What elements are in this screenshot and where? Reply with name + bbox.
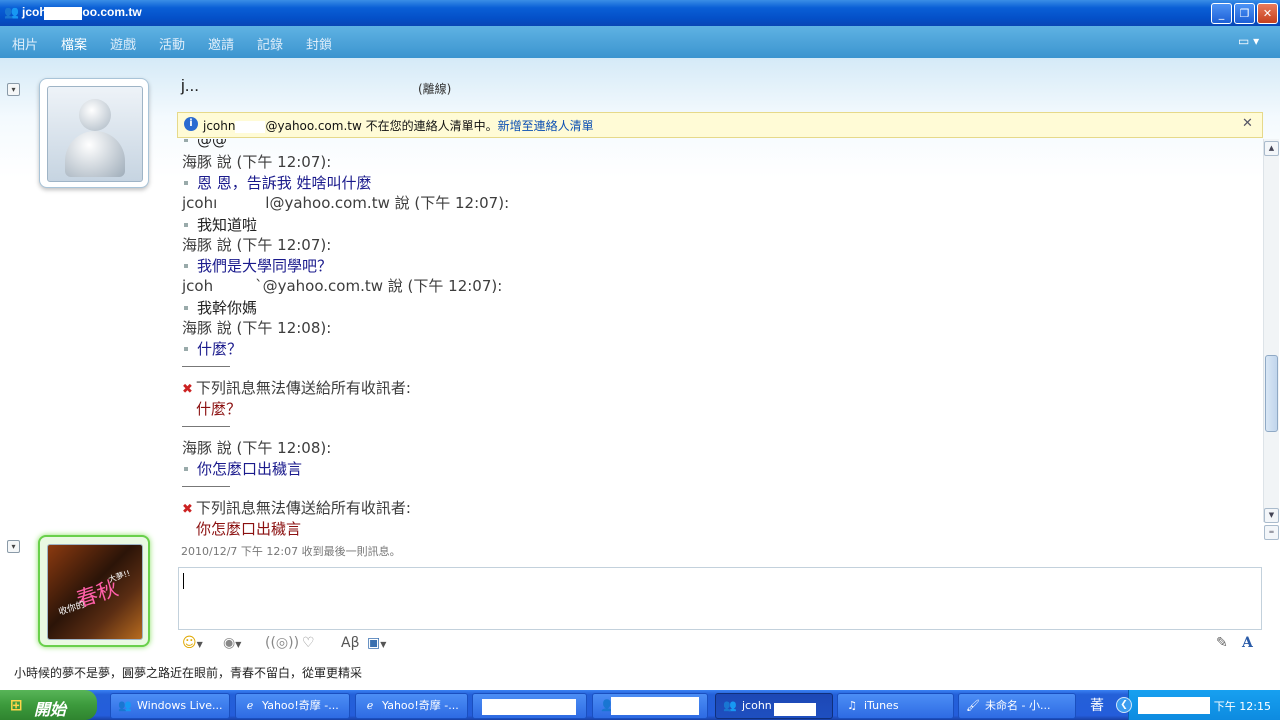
sender-line: 海豚 說 (下午 12:08): [182,319,332,337]
title-bar: 👥 jcoh @yahoo.com.tw _ ❐ ✕ [0,0,1280,26]
menu-games[interactable]: 遊戲 [110,34,136,53]
undelivered-message: 你怎麼口出穢言 [196,520,302,537]
message-text: 什麼？ [182,338,242,359]
handwriting-icon[interactable]: ✎ [1216,635,1228,651]
sender-line: 海豚 說 (下午 12:08): [182,439,332,457]
menu-activities[interactable]: 活動 [159,34,185,53]
wink-icon[interactable]: ◉▼ [223,635,241,651]
conversation-history[interactable]: @@ 海豚 說 (下午 12:07): 恩 恩，告訴我 姓啥叫什麼 jcohı l… [177,139,1261,537]
menu-block[interactable]: 封鎖 [306,34,332,53]
infobar-text: 不在您的連絡人清單中。 [361,119,498,133]
menu-photos[interactable]: 相片 [12,34,38,53]
sender-line: jcohı l@yahoo.com.tw 說 (下午 12:07): [182,194,510,212]
error-person-icon: ✖ [182,502,193,517]
personal-message: 小時候的夢不是夢，圓夢之路近在眼前，青春不留白，從軍更精采 [14,666,363,680]
not-in-contacts-bar: i jcohn @yahoo.com.tw 不在您的連絡人清單中。新增至連絡人清單… [177,112,1263,138]
task-chat-window[interactable]: 👥 jcohn [715,693,833,719]
redacted-block [235,120,266,133]
emoticon-icon[interactable]: ☺▼ [182,635,203,651]
my-avatar[interactable]: 春秋 收你的 大夢!! [38,535,150,647]
windows-logo-icon: ⊞ [10,696,23,714]
divider [182,426,230,427]
divider [182,486,230,487]
infobar-email-prefix: jcohn [203,119,236,133]
message-partial: @@ [182,139,227,149]
message-input[interactable] [178,567,1262,630]
menu-bar: 相片 檔案 遊戲 活動 邀請 記錄 封鎖 ▭ ▾ [0,26,1280,58]
contact-name: j... [181,76,199,95]
divider [182,366,230,367]
scroll-thumb[interactable] [1265,355,1278,432]
system-tray: 下午 12:15 [1128,690,1280,720]
scroll-up-icon[interactable]: ▲ [1264,141,1279,156]
task-ie-1[interactable]: ℯ Yahoo!奇摩 -... [235,693,350,719]
options-dropdown-icon[interactable]: ▭ ▾ [1238,34,1259,48]
task-ie-2[interactable]: ℯ Yahoo!奇摩 -... [355,693,468,719]
scroll-down-icon[interactable]: ▼ [1264,508,1279,523]
infobar-email-suffix: @yahoo.com.tw [265,119,362,133]
compose-toolbar: ☺▼ ◉▼ ((◎)) ♡ Aβ ▣▼ ✎ A [178,630,1260,656]
message-text: 我知道啦 [182,214,257,235]
infobar-close-icon[interactable]: ✕ [1242,116,1253,131]
redacted-block [44,7,82,20]
task-itunes[interactable]: ♫ iTunes [837,693,954,719]
clock[interactable]: 下午 12:15 [1214,698,1271,714]
message-text: 我們是大學同學吧？ [182,255,332,276]
sender-line: 海豚 說 (下午 12:07): [182,153,332,171]
message-text: 你怎麼口出穢言 [182,458,302,479]
resize-splitter-icon[interactable]: ═ [1264,525,1279,540]
menu-history[interactable]: 記錄 [257,34,283,53]
collapse-self-icon[interactable]: ▾ [7,540,20,553]
task-redacted-1[interactable] [472,693,587,719]
undelivered-message: 什麼？ [196,400,242,418]
display-picture: 春秋 收你的 大夢!! [47,544,143,640]
contact-avatar[interactable] [39,78,149,188]
sender-line: jcoh `@yahoo.com.tw 說 (下午 12:07): [182,277,503,295]
error-person-icon: ✖ [182,382,193,397]
default-user-icon [47,86,143,182]
redacted-block [1138,697,1210,714]
restore-button[interactable]: ❐ [1234,3,1255,24]
last-received-status: 2010/12/7 下午 12:07 收到最後一則訊息。 [181,545,401,558]
voice-clip-icon[interactable]: ♡ [302,635,315,651]
text-caret [183,573,184,589]
task-paint[interactable]: 🖌 未命名 - 小... [958,693,1076,719]
task-messenger[interactable]: 👥 Windows Live... [110,693,230,719]
taskbar: ⊞ 開始 👥 Windows Live... ℯ Yahoo!奇摩 -... ℯ Ya… [0,690,1280,720]
add-to-contacts-link[interactable]: 新增至連絡人清單 [498,119,594,133]
task-redacted-2[interactable]: 👤 [592,693,708,719]
message-text: 恩 恩，告訴我 姓啥叫什麼 [182,172,372,193]
text-mode-icon[interactable]: A [1242,635,1253,651]
message-text: 我幹你媽 [182,297,257,318]
messenger-icon: 👥 [4,5,19,19]
font-icon[interactable]: Aβ [341,635,360,651]
background-icon[interactable]: ▣▼ [367,635,386,651]
sender-line: 海豚 說 (下午 12:07): [182,236,332,254]
show-hidden-icons-icon[interactable]: ❮ [1116,697,1132,713]
collapse-contact-icon[interactable]: ▾ [7,83,20,96]
delivery-error-notice: ✖ 下列訊息無法傳送給所有收訊者: [182,499,411,517]
minimize-button[interactable]: _ [1211,3,1232,24]
close-button[interactable]: ✕ [1257,3,1278,24]
contact-status: (離線) [418,82,452,96]
menu-files[interactable]: 檔案 [61,34,87,53]
start-button[interactable]: ⊞ 開始 [0,690,97,720]
menu-invite[interactable]: 邀請 [208,34,234,53]
chat-scrollbar[interactable] [1263,139,1279,522]
info-icon: i [184,117,198,131]
delivery-error-notice: ✖ 下列訊息無法傳送給所有收訊者: [182,379,411,397]
ime-indicator[interactable]: 萫 [1090,695,1104,715]
nudge-icon[interactable]: ((◎)) [265,635,299,651]
